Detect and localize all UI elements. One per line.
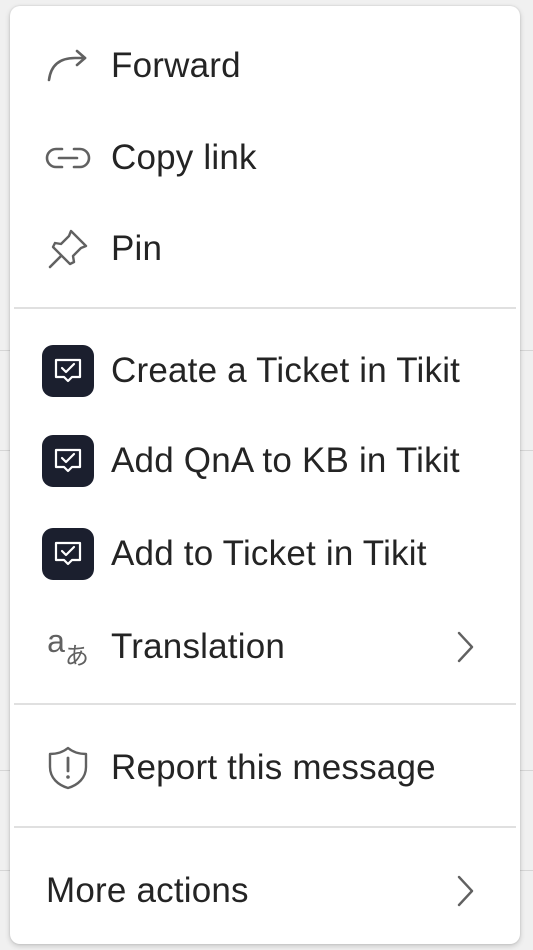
menu-item-report-message[interactable]: Report this message bbox=[10, 728, 520, 808]
chevron-right-icon bbox=[450, 627, 480, 667]
menu-item-label: More actions bbox=[46, 871, 249, 910]
menu-item-more-actions[interactable]: More actions bbox=[10, 851, 520, 931]
menu-item-label: Create a Ticket in Tikit bbox=[111, 351, 461, 390]
shield-warning-icon bbox=[42, 742, 94, 794]
chevron-right-icon bbox=[450, 871, 480, 911]
hiragana-a-glyph: あ bbox=[64, 642, 89, 670]
menu-item-label: Pin bbox=[111, 229, 163, 268]
menu-item-forward[interactable]: Forward bbox=[10, 26, 520, 106]
tikit-app-icon bbox=[42, 528, 94, 580]
pin-icon bbox=[42, 223, 94, 275]
menu-divider bbox=[14, 307, 516, 309]
menu-item-label: Add QnA to KB in Tikit bbox=[111, 441, 460, 480]
menu-item-label: Translation bbox=[111, 627, 286, 666]
menu-divider bbox=[14, 826, 516, 828]
menu-item-pin[interactable]: Pin bbox=[10, 209, 520, 289]
tikit-app-icon bbox=[42, 345, 94, 397]
forward-arrow-icon bbox=[42, 40, 94, 92]
menu-item-copy-link[interactable]: Copy link bbox=[10, 118, 520, 198]
menu-item-add-to-ticket-tikit[interactable]: Add to Ticket in Tikit bbox=[10, 514, 520, 594]
tikit-app-icon bbox=[42, 435, 94, 487]
menu-item-label: Forward bbox=[111, 46, 241, 85]
menu-item-label: Copy link bbox=[111, 138, 257, 177]
link-icon bbox=[42, 132, 94, 184]
latin-a-glyph: a bbox=[47, 622, 65, 659]
context-menu: Forward Copy link Pin Create a Ticket in… bbox=[10, 6, 520, 944]
menu-item-label: Add to Ticket in Tikit bbox=[111, 534, 427, 573]
menu-item-add-qna-kb-tikit[interactable]: Add QnA to KB in Tikit bbox=[10, 421, 520, 501]
menu-item-create-ticket-tikit[interactable]: Create a Ticket in Tikit bbox=[10, 331, 520, 411]
menu-divider bbox=[14, 703, 516, 705]
menu-item-label: Report this message bbox=[111, 748, 436, 787]
translation-icon: aあ bbox=[42, 621, 94, 673]
menu-item-translation[interactable]: aあ Translation bbox=[10, 607, 520, 687]
